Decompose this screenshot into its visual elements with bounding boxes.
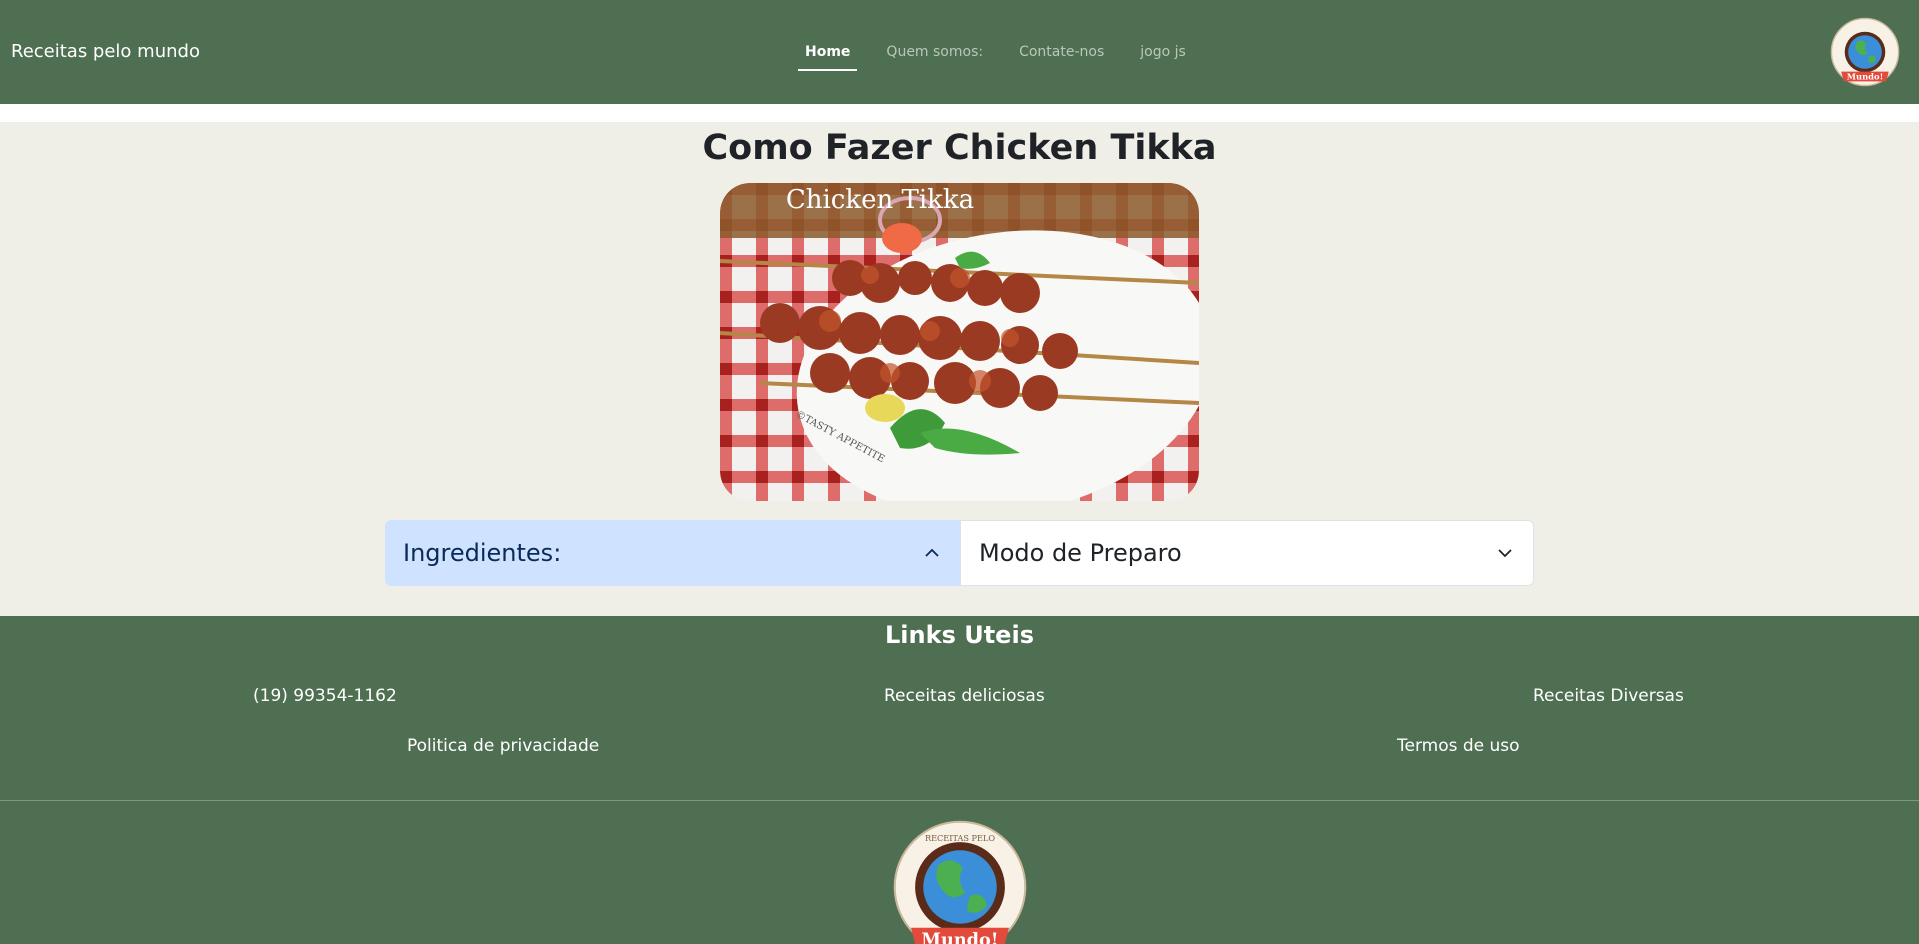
accordion-label: Modo de Preparo [979, 539, 1182, 567]
brand-link[interactable]: Receitas pelo mundo [11, 41, 200, 62]
chevron-up-icon [925, 548, 939, 557]
footer-receitas-deliciosas-link[interactable]: Receitas deliciosas [884, 686, 1045, 706]
navbar: Receitas pelo mundo Home Quem somos: Con… [0, 0, 1919, 104]
page-title: Como Fazer Chicken Tikka [702, 128, 1217, 168]
nav-home[interactable]: Home [798, 40, 858, 71]
accordion-ingredientes[interactable]: Ingredientes: [385, 520, 960, 586]
footer-receitas-diversas-link[interactable]: Receitas Diversas [1533, 686, 1684, 706]
site-logo-icon[interactable]: Mundo! [1830, 17, 1900, 87]
nav-quem-somos[interactable]: Quem somos: [879, 40, 990, 71]
footer-privacy-link[interactable]: Politica de privacidade [407, 736, 599, 756]
svg-text:RECEITAS PELO: RECEITAS PELO [925, 833, 995, 843]
footer-title: Links Uteis [885, 621, 1034, 649]
main-content: Como Fazer Chicken Tikka Chicken Tikka ©… [0, 122, 1919, 616]
footer-logo-icon: RECEITAS PELO Mundo! [893, 820, 1027, 944]
footer-divider [0, 800, 1919, 801]
footer: Links Uteis (19) 99354-1162 Receitas del… [0, 616, 1919, 944]
accordion-modo-de-preparo[interactable]: Modo de Preparo [960, 520, 1534, 586]
nav-contate-nos[interactable]: Contate-nos [1012, 40, 1111, 71]
nav-links: Home Quem somos: Contate-nos jogo js [798, 40, 1215, 71]
chevron-down-icon [1498, 549, 1512, 558]
recipe-image: Chicken Tikka ©TASTY APPETITE [720, 183, 1199, 501]
svg-text:Chicken Tikka: Chicken Tikka [786, 185, 974, 215]
recipe-accordion: Ingredientes: Modo de Preparo [385, 520, 1534, 586]
svg-text:Mundo!: Mundo! [1847, 71, 1884, 81]
footer-phone-link[interactable]: (19) 99354-1162 [253, 686, 397, 706]
svg-text:Mundo!: Mundo! [921, 929, 998, 944]
header-spacer [0, 104, 1919, 122]
footer-terms-link[interactable]: Termos de uso [1397, 736, 1520, 756]
nav-jogo-js[interactable]: jogo js [1133, 40, 1193, 71]
accordion-label: Ingredientes: [403, 539, 562, 567]
